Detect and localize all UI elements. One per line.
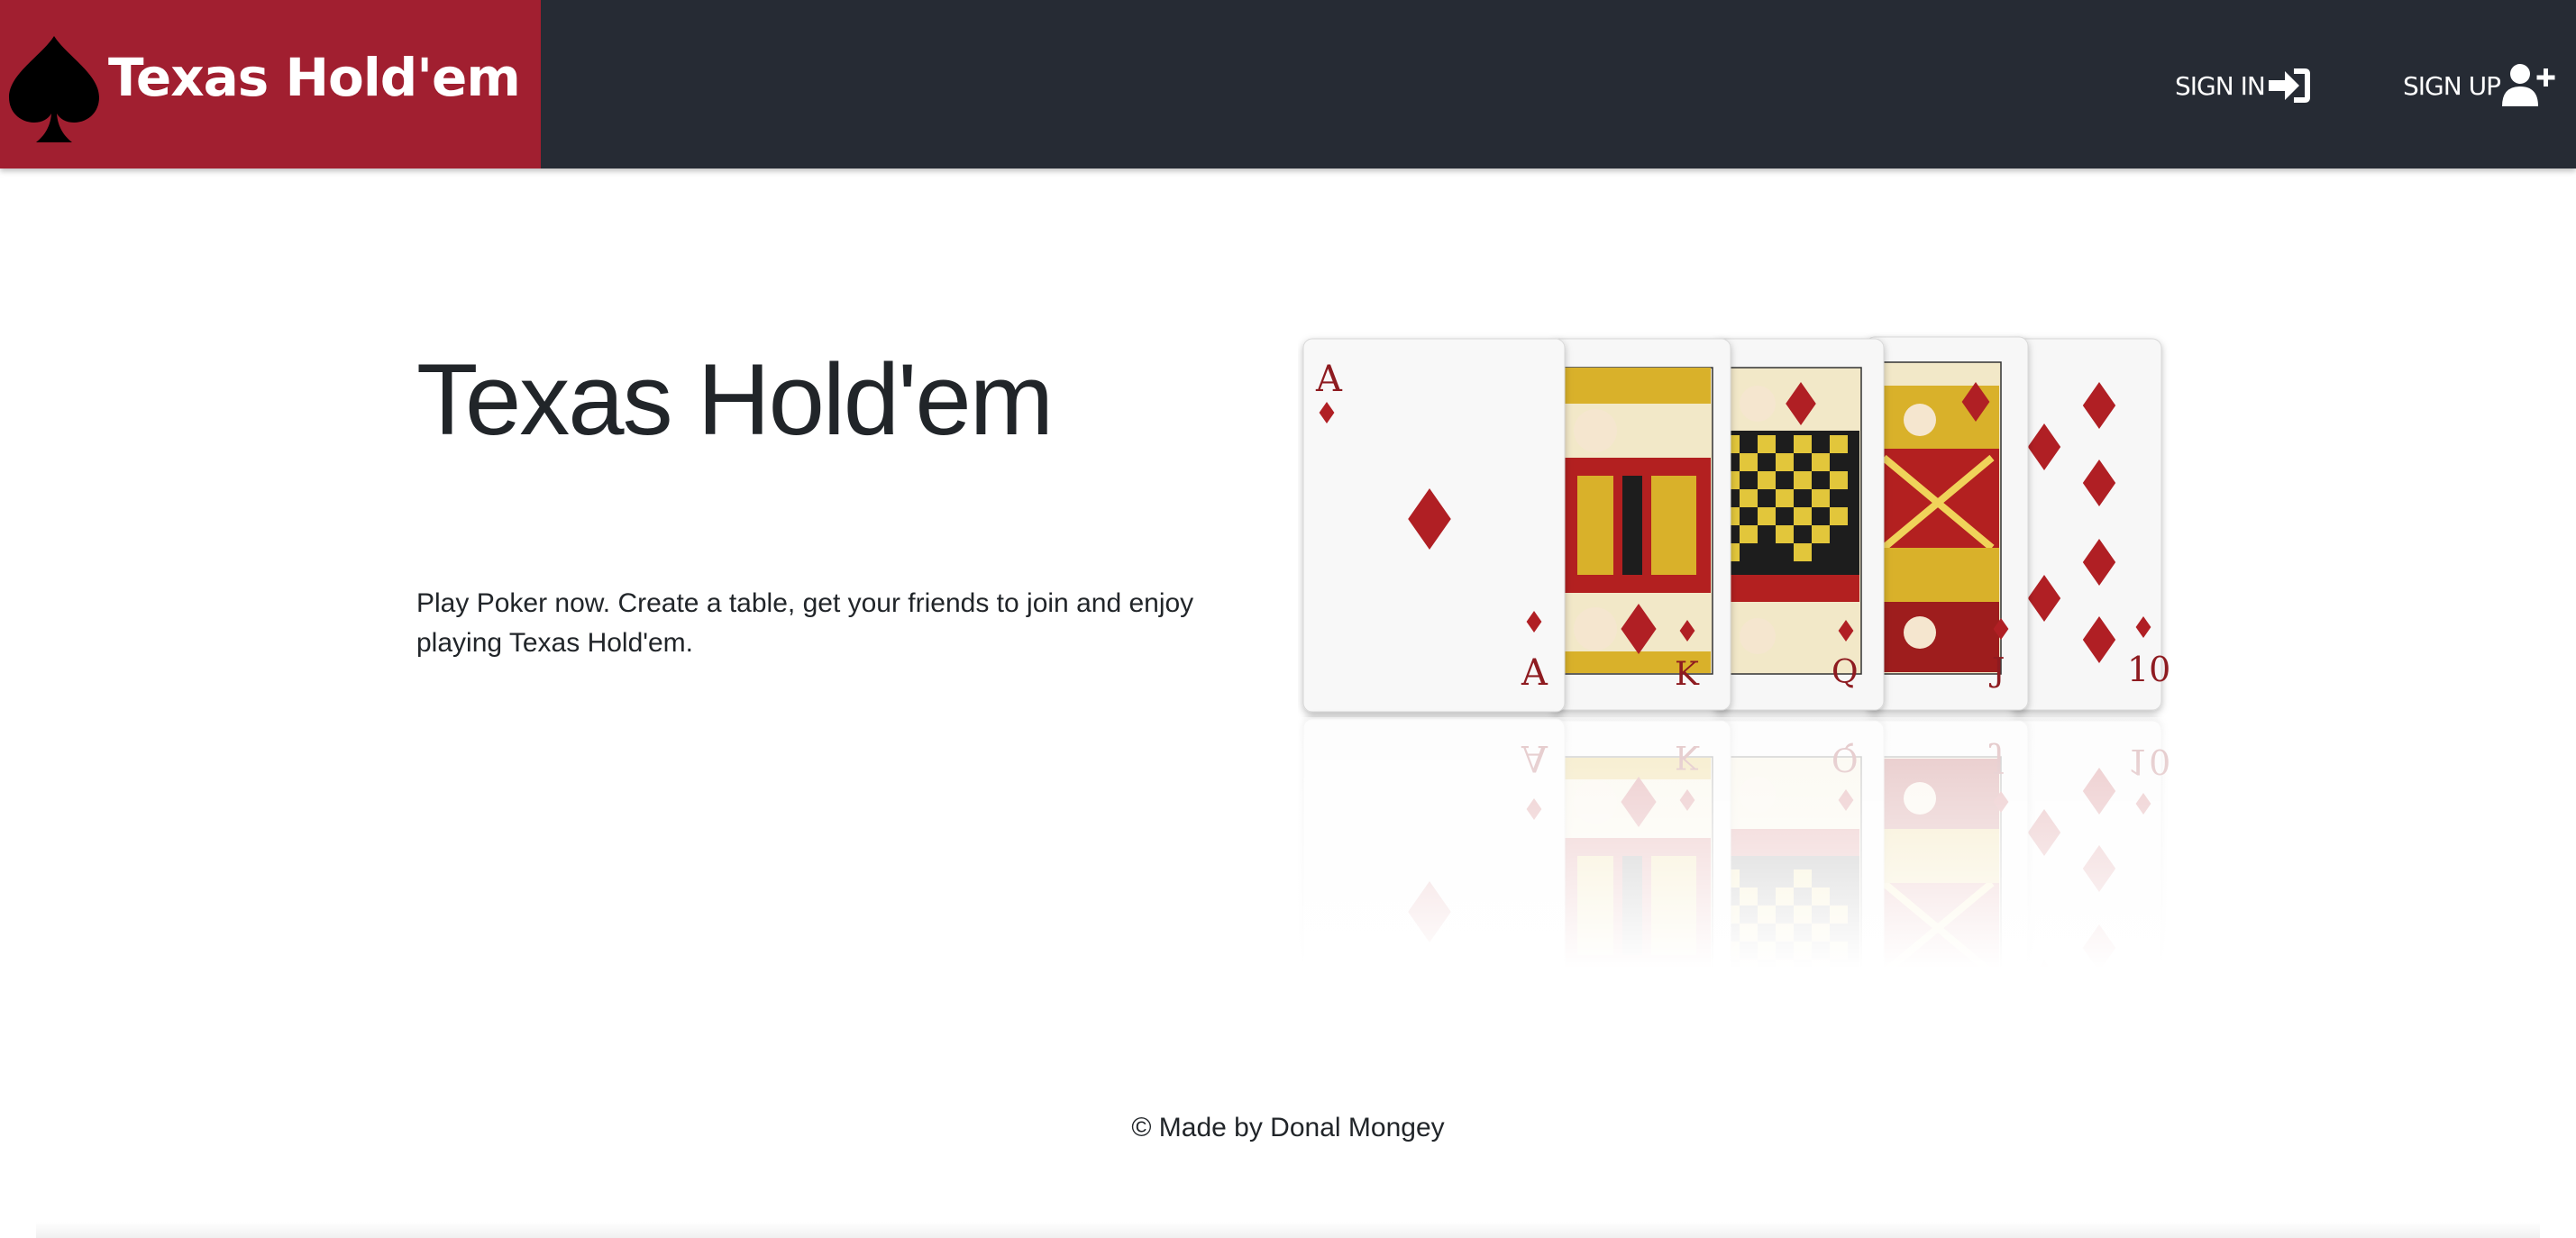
brand-link[interactable]: Texas Hold'em xyxy=(0,0,541,168)
page-bottom-shadow xyxy=(36,1222,2540,1238)
sign-in-label: SIGN IN xyxy=(2175,70,2266,101)
sign-in-link[interactable]: SIGN IN xyxy=(2175,54,2312,117)
sign-up-label: SIGN UP xyxy=(2403,70,2501,101)
spade-icon xyxy=(9,36,99,142)
sign-up-link[interactable]: SIGN UP xyxy=(2403,54,2558,117)
user-plus-icon xyxy=(2501,64,2555,106)
brand-title: Texas Hold'em xyxy=(108,47,521,108)
footer-credit: © Made by Donal Mongey xyxy=(1131,1113,1445,1142)
sign-in-icon xyxy=(2268,68,2310,103)
top-navbar: Texas Hold'em SIGN IN SIGN UP xyxy=(0,0,2576,168)
royal-flush-image: 10 J xyxy=(1298,332,2172,1052)
hero-title: Texas Hold'em xyxy=(416,343,1054,456)
hero-description: Play Poker now. Create a table, get your… xyxy=(416,588,1194,658)
